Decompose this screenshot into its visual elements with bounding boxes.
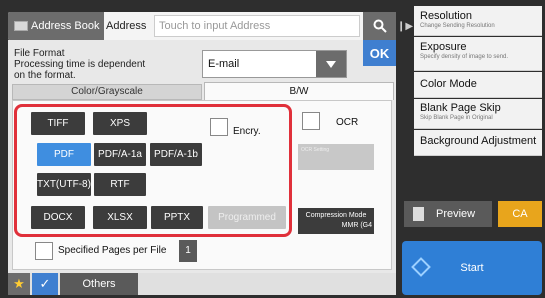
preview-button[interactable]: Preview	[404, 201, 492, 227]
menu-background-adjustment[interactable]: Background Adjustment	[414, 130, 542, 156]
ocr-checkbox[interactable]	[302, 112, 320, 130]
menu-color-mode-title: Color Mode	[420, 78, 477, 90]
check-button[interactable]: ✓	[32, 273, 58, 295]
address-input[interactable]: Touch to input Address	[154, 15, 360, 37]
address-book-label: Address Book	[31, 20, 100, 32]
preview-icon	[413, 207, 424, 221]
menu-resolution-sub: Change Sending Resolution	[420, 23, 495, 29]
menu-exposure-sub: Specify density of image to send.	[420, 54, 509, 60]
start-button[interactable]: Start	[402, 241, 542, 295]
preview-label: Preview	[436, 208, 476, 220]
menu-blank-page-skip-title: Blank Page Skip	[420, 102, 501, 114]
search-button[interactable]	[363, 12, 396, 40]
specified-pages-checkbox[interactable]	[35, 242, 53, 260]
menu-blank-page-skip[interactable]: Blank Page Skip Skip Blank Page in Origi…	[414, 99, 542, 129]
file-format-label: File Format Processing time is dependent…	[14, 48, 146, 81]
address-book-button[interactable]: Address Book	[8, 12, 104, 40]
address-label: Address	[106, 20, 147, 32]
pages-per-file-value[interactable]: 1	[179, 240, 197, 262]
menu-background-adjustment-title: Background Adjustment	[420, 135, 537, 147]
address-book-icon	[14, 21, 28, 31]
ocr-label: OCR	[336, 117, 359, 128]
collapse-panel-icon[interactable]: ❙▶	[397, 12, 413, 40]
compression-mode-value: MMR (G4	[341, 222, 372, 229]
specified-pages-label: Specified Pages per File	[58, 245, 167, 256]
start-icon	[411, 257, 431, 277]
menu-exposure[interactable]: Exposure Specify density of image to sen…	[414, 37, 542, 71]
file-format-value: E-mail	[208, 58, 240, 70]
menu-blank-page-skip-sub: Skip Blank Page in Original	[420, 115, 493, 121]
ocr-setting-button[interactable]: OCR Setting	[298, 144, 374, 170]
tab-color-grayscale[interactable]: Color/Grayscale	[12, 84, 202, 100]
menu-resolution-title: Resolution	[420, 10, 472, 22]
checkmark-icon: ✓	[39, 276, 51, 291]
menu-color-mode[interactable]: Color Mode	[414, 72, 542, 98]
address-bar: Address Book Address Touch to input Addr…	[8, 12, 396, 40]
ca-button[interactable]: CA	[498, 201, 542, 227]
compression-mode-label: Compression Mode	[305, 212, 367, 219]
tab-bw[interactable]: B/W	[204, 82, 394, 100]
chevron-down-icon	[316, 51, 346, 77]
favorites-button[interactable]: ★	[8, 273, 30, 295]
ok-button[interactable]: OK	[363, 40, 396, 66]
star-icon: ★	[13, 276, 25, 291]
others-button[interactable]: Others	[60, 273, 138, 295]
menu-exposure-title: Exposure	[420, 41, 467, 53]
start-label: Start	[460, 262, 484, 274]
compression-mode-button[interactable]: Compression Mode MMR (G4	[298, 208, 374, 234]
search-icon	[373, 19, 387, 33]
bottom-bar: ★ ✓ Others	[8, 273, 396, 295]
menu-resolution[interactable]: Resolution Change Sending Resolution	[414, 6, 542, 36]
file-format-select[interactable]: E-mail	[202, 50, 347, 78]
format-highlight-frame	[14, 104, 292, 237]
